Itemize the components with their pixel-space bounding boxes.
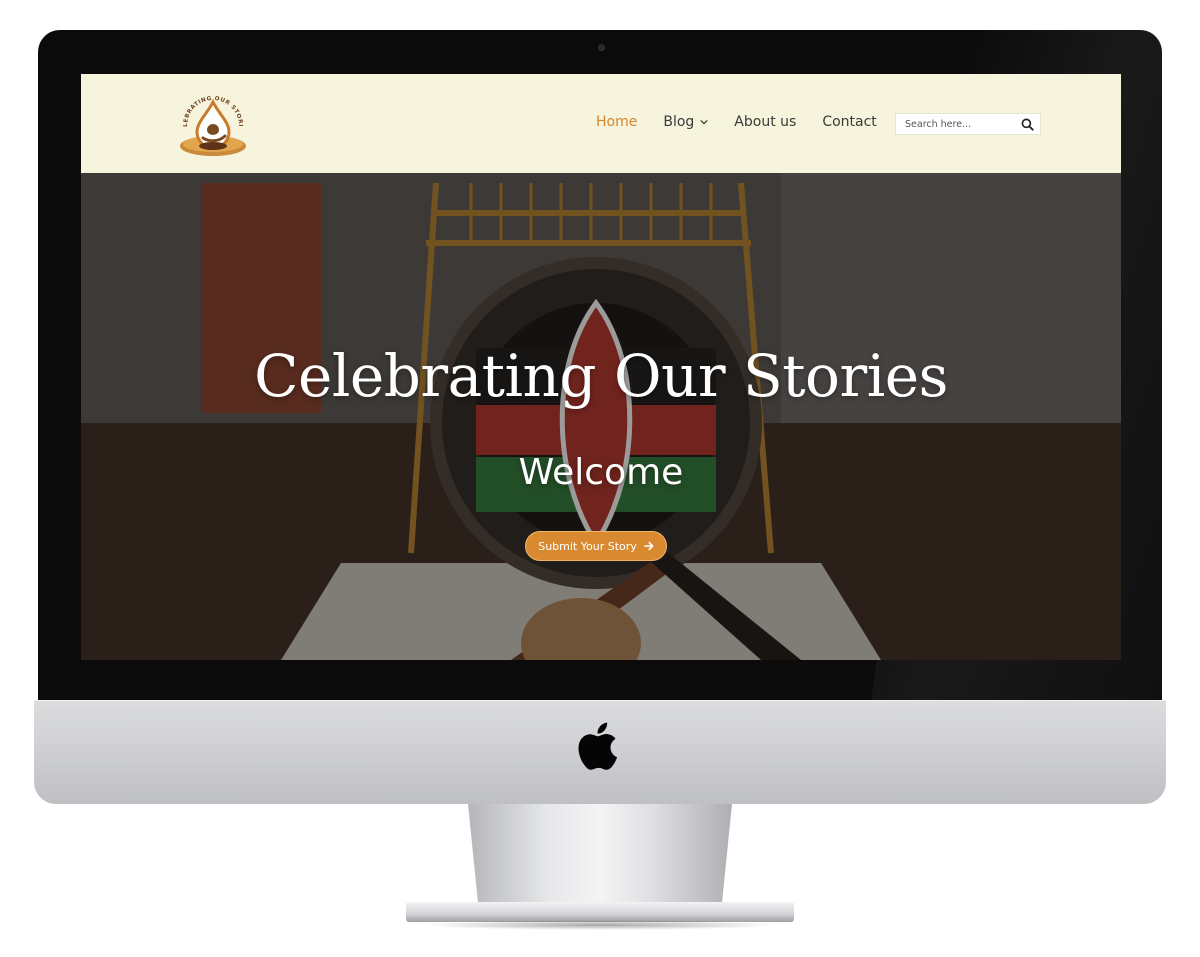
submit-story-button[interactable]: Submit Your Story [525, 531, 667, 561]
search-box [895, 113, 1041, 135]
imac-mockup: CELEBRATING OUR STORIES Home Blog [0, 0, 1200, 957]
chevron-down-icon [700, 120, 708, 125]
nav-contact-label: Contact [822, 114, 877, 130]
nav-blog[interactable]: Blog [663, 114, 708, 130]
search-input[interactable] [896, 114, 1014, 134]
nav-home[interactable]: Home [596, 114, 637, 130]
hero-section: Celebrating Our Stories Welcome Submit Y… [81, 173, 1121, 660]
monitor-stand-neck [468, 804, 732, 908]
site-header: CELEBRATING OUR STORIES Home Blog [81, 74, 1121, 173]
hero-overlay [81, 173, 1121, 660]
nav-contact[interactable]: Contact [822, 114, 876, 130]
stand-shadow [420, 920, 780, 930]
site-logo[interactable]: CELEBRATING OUR STORIES [177, 88, 249, 160]
monitor-stand-foot [406, 902, 794, 922]
nav-blog-label: Blog [663, 114, 695, 130]
apple-logo [578, 722, 618, 770]
arrow-right-icon [643, 541, 654, 551]
nav-about-label: About us [734, 114, 797, 130]
camera-dot [598, 44, 605, 51]
search-icon [1021, 118, 1034, 131]
nav-home-label: Home [596, 114, 638, 130]
website-screen: CELEBRATING OUR STORIES Home Blog [81, 74, 1121, 660]
hero-subtitle: Welcome [518, 452, 684, 493]
main-nav: Home Blog About us Contact [596, 114, 903, 130]
hero-title: Celebrating Our Stories [254, 342, 948, 410]
nav-about[interactable]: About us [734, 114, 796, 130]
submit-story-label: Submit Your Story [538, 539, 637, 553]
search-button[interactable] [1014, 114, 1040, 134]
